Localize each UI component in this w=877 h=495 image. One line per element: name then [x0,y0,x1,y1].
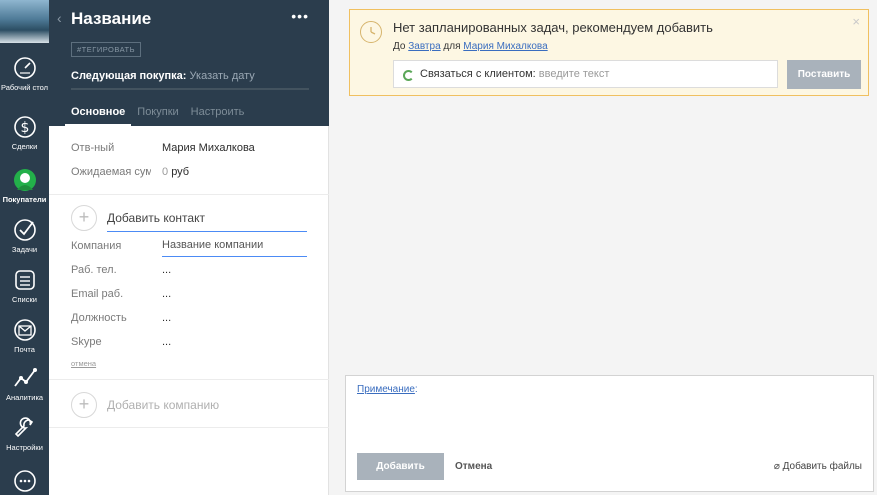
expected-sum-amount[interactable]: 0 [162,166,168,178]
task-due-line: До Завтра для Мария Михалкова [393,41,548,52]
nav-item-analytics[interactable]: Аналитика [0,366,49,402]
currency: руб [171,166,190,178]
nav-item-customers[interactable]: Покупатели [0,168,49,204]
nav-item-label: Задачи [11,245,38,254]
tab-purchases[interactable]: Покупки [131,106,184,126]
nav-item-label: Рабочий стол [0,83,49,92]
note-composer[interactable]: Примечание: Добавить Отмена ⌀ Добавить ф… [345,375,874,492]
responsible-value[interactable]: Мария Михалкова [162,142,255,154]
chat-icon [13,470,36,492]
nav-item-label: Покупатели [2,195,47,204]
position-row: Должность ... [71,312,171,324]
nav-item-label: Списки [12,295,37,304]
card-title[interactable]: Название [71,9,151,29]
divider [49,194,329,195]
back-arrow-icon[interactable]: ‹ [57,10,62,26]
due-prefix: До [393,41,406,52]
dollar-icon: $ [13,116,36,138]
task-input-placeholder[interactable]: введите текст [539,68,610,80]
add-company-input[interactable]: Добавить компанию [107,398,219,412]
tab-configure[interactable]: Настроить [185,106,251,126]
user-avatar[interactable] [0,0,49,43]
note-colon: : [414,384,418,395]
more-menu-icon[interactable]: ••• [291,8,309,24]
nav-item-mail[interactable]: Почта [0,318,49,354]
mail-icon [13,319,36,341]
nav-item-label: Почта [14,345,35,354]
expected-sum-row: Ожидаемая сумм 0 руб [71,166,189,178]
nav-item-tasks[interactable]: Задачи [0,218,49,254]
nav-item-dashboard[interactable]: Рабочий стол [0,56,49,92]
responsible-row: Отв-ный Мария Михалкова [71,142,255,154]
analytics-icon [13,368,37,387]
nav-item-label: Аналитика [5,393,44,402]
for-word: для [443,41,461,52]
company-label: Компания [71,240,122,252]
close-icon[interactable]: × [852,14,860,29]
position-label: Должность [71,312,127,324]
nav-item-chat[interactable] [0,469,49,495]
note-type-link[interactable]: Примечание [357,384,415,395]
set-task-button[interactable]: Поставить [787,60,861,89]
check-icon [13,219,36,241]
customers-icon [13,169,36,191]
note-label[interactable]: Примечание: [357,384,418,395]
task-text-input[interactable]: Связаться с клиентом: введите текст [393,60,778,88]
company-name-input[interactable]: Название компании [162,239,307,257]
tab-main[interactable]: Основное [65,106,132,126]
divider [49,427,329,428]
svg-text:$: $ [20,120,29,136]
work-email-row: Email раб. ... [71,288,171,300]
cancel-contact-link[interactable]: отмена [71,359,96,368]
paperclip-icon: ⌀ [773,461,780,472]
task-input-line[interactable]: Связаться с клиентом: введите текст [420,68,609,80]
work-phone-label: Раб. тел. [71,264,117,276]
add-contact-input[interactable]: Добавить контакт [107,211,307,232]
expected-sum-label: Ожидаемая сумм [71,166,151,178]
next-purchase-label: Следующая покупка: [71,70,187,82]
lists-icon [14,270,35,290]
nav-item-label: Настройки [6,443,43,452]
add-company-plus-icon[interactable]: + [71,392,97,418]
work-phone-value[interactable]: ... [162,264,171,276]
tag-button[interactable]: #ТЕГИРОВАТЬ [71,42,142,57]
task-type-icon[interactable] [403,70,414,81]
skype-row: Skype ... [71,336,171,348]
work-email-label: Email раб. [71,288,124,300]
next-purchase-value[interactable]: Указать дату [190,70,255,82]
card-tabs: Основное Покупки Настроить [65,106,250,126]
task-title: Нет запланированных задач, рекомендуем д… [393,20,713,35]
work-phone-row: Раб. тел. ... [71,264,171,276]
attach-files-label[interactable]: Добавить файлы [783,461,862,472]
nav-item-deals[interactable]: $ Сделки [0,115,49,151]
skype-label: Skype [71,336,102,348]
attach-files-button[interactable]: ⌀ Добавить файлы [774,461,862,472]
main-nav: Рабочий стол $ Сделки Покупатели Задачи … [0,0,49,495]
clock-icon [360,21,382,43]
nav-item-label: Сделки [11,142,38,151]
cancel-note-button[interactable]: Отмена [455,461,492,472]
expected-sum-value[interactable]: 0 руб [162,166,189,178]
dashboard-icon [13,57,36,79]
next-purchase[interactable]: Следующая покупка: Указать дату [71,70,255,82]
due-date-link[interactable]: Завтра [408,41,440,52]
responsible-label: Отв-ный [71,142,115,154]
add-note-button[interactable]: Добавить [357,453,444,480]
add-contact-plus-icon[interactable]: + [71,205,97,231]
company-row: Компания [71,240,121,252]
nav-item-lists[interactable]: Списки [0,268,49,304]
work-email-value[interactable]: ... [162,288,171,300]
wrench-icon [14,417,33,438]
task-type-label[interactable]: Связаться с клиентом: [420,68,536,80]
position-value[interactable]: ... [162,312,171,324]
assignee-link[interactable]: Мария Михалкова [463,41,547,52]
skype-value[interactable]: ... [162,336,171,348]
divider [49,379,329,380]
card-header: ‹ Название ••• #ТЕГИРОВАТЬ Следующая пок… [49,0,329,126]
task-suggestion-box: Нет запланированных задач, рекомендуем д… [349,9,869,96]
card-panel: ‹ Название ••• #ТЕГИРОВАТЬ Следующая пок… [49,0,329,495]
next-purchase-underline [71,88,309,90]
nav-item-settings[interactable]: Настройки [0,416,49,452]
